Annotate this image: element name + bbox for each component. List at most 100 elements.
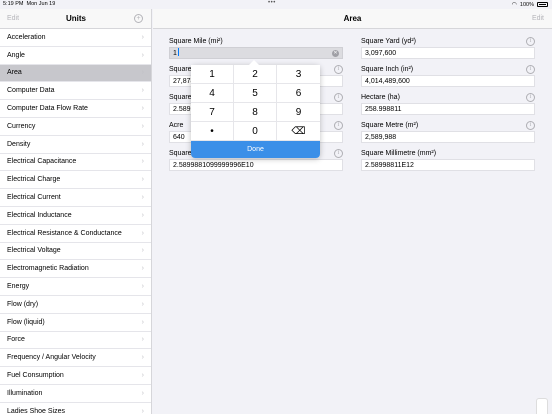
sidebar-item[interactable]: Electrical Resistance & Conductance ›: [0, 225, 151, 243]
sidebar-item-label: Flow (liquid): [7, 318, 45, 326]
info-icon[interactable]: i: [334, 149, 343, 158]
sidebar-item[interactable]: Electrical Inductance ›: [0, 207, 151, 225]
sidebar-item[interactable]: Illumination ›: [0, 385, 151, 403]
status-bar: 5:19 PM Mon Jun 19 ••• ◠ 100%: [0, 0, 552, 9]
sidebar-item-label: Currency: [7, 122, 36, 130]
info-icon[interactable]: i: [526, 65, 535, 74]
sidebar-item-label: Electrical Voltage: [7, 247, 61, 255]
status-right: ◠ 100%: [512, 1, 548, 8]
sidebar-item[interactable]: Fuel Consumption ›: [0, 367, 151, 385]
digit-key[interactable]: 5: [234, 84, 277, 103]
field-label: Square Metre (m²): [361, 122, 419, 129]
sidebar-item[interactable]: Force ›: [0, 332, 151, 350]
sidebar-item[interactable]: Electrical Current ›: [0, 189, 151, 207]
keypad-grid: 1 2 3 4 5 6 7 8 9 • 0 ⌫: [191, 65, 320, 141]
sidebar-title: Units: [66, 14, 86, 23]
add-icon[interactable]: +: [134, 14, 143, 23]
sidebar-item[interactable]: Flow (liquid) ›: [0, 314, 151, 332]
field-square-inch: Square Inch (in²) i 4,014,489,600: [361, 64, 535, 87]
digit-key[interactable]: 0: [234, 122, 277, 141]
sidebar-item[interactable]: Electromagnetic Radiation ›: [0, 260, 151, 279]
sidebar-item[interactable]: Flow (dry) ›: [0, 296, 151, 314]
sidebar-item-label: Fuel Consumption: [7, 372, 64, 380]
units-sidebar: Edit Units + Acceleration › Angle › Area › Com…: [0, 9, 152, 414]
sidebar-item[interactable]: Computer Data Flow Rate ›: [0, 100, 151, 118]
main-edit-button[interactable]: Edit: [532, 15, 544, 22]
field-hectare: Hectare (ha) i 258.998811: [361, 92, 535, 115]
hectare-input[interactable]: 258.998811: [361, 103, 535, 115]
digit-key[interactable]: 4: [191, 84, 234, 103]
chevron-right-icon: ›: [141, 354, 144, 362]
decimal-key[interactable]: •: [191, 122, 234, 141]
sidebar-item[interactable]: Density ›: [0, 136, 151, 154]
chevron-right-icon: ›: [141, 389, 144, 397]
sidebar-item-label: Angle: [7, 51, 25, 59]
sidebar-item[interactable]: Electrical Voltage ›: [0, 243, 151, 261]
chevron-right-icon: ›: [141, 33, 144, 41]
field-square-millimetre: Square Millimetre (mm²) 2.58998811E12: [361, 148, 535, 171]
sidebar-item-label: Computer Data: [7, 87, 55, 95]
field-square-yard: Square Yard (yd²) i 3,097,600: [361, 36, 535, 59]
field-value: 1: [173, 50, 177, 57]
digit-key[interactable]: 2: [234, 65, 277, 84]
sidebar-item[interactable]: Acceleration ›: [0, 29, 151, 47]
sidebar-item-label: Density: [7, 140, 31, 148]
main-header: Area Edit: [153, 9, 552, 29]
sidebar-item[interactable]: Ladies Shoe Sizes ›: [0, 403, 151, 414]
chevron-right-icon: ›: [141, 318, 144, 326]
multitasking-dots[interactable]: •••: [268, 0, 276, 6]
field-label: Square Mile (mi²): [169, 38, 223, 45]
sidebar-item[interactable]: Energy ›: [0, 278, 151, 296]
numeric-keypad: 1 2 3 4 5 6 7 8 9 • 0 ⌫ Done: [191, 60, 320, 158]
sidebar-item-label: Area: [7, 69, 22, 77]
digit-key[interactable]: 8: [234, 103, 277, 122]
sidebar-item[interactable]: Area ›: [0, 64, 151, 83]
sidebar-item[interactable]: Computer Data ›: [0, 82, 151, 101]
digit-key[interactable]: 6: [277, 84, 320, 103]
square-mile-input[interactable]: 1 ✕: [169, 47, 343, 59]
field-label: Hectare (ha): [361, 94, 400, 101]
info-icon[interactable]: i: [334, 93, 343, 102]
info-icon[interactable]: i: [526, 121, 535, 130]
sidebar-item[interactable]: Angle ›: [0, 47, 151, 65]
sidebar-item[interactable]: Electrical Charge ›: [0, 171, 151, 190]
field-label: Square Inch (in²): [361, 66, 414, 73]
field-input[interactable]: 2.5899881099999996E10: [169, 159, 343, 171]
sidebar-item-label: Energy: [7, 283, 30, 291]
square-yard-input[interactable]: 3,097,600: [361, 47, 535, 59]
chevron-right-icon: ›: [141, 140, 144, 148]
chevron-right-icon: ›: [141, 372, 144, 380]
sidebar-item-label: Force: [7, 336, 25, 344]
popover-arrow: [249, 60, 259, 65]
sidebar-item[interactable]: Currency ›: [0, 118, 151, 136]
field-square-metre: Square Metre (m²) i 2,589,988: [361, 120, 535, 143]
info-icon[interactable]: i: [334, 121, 343, 130]
battery-icon: [537, 2, 548, 7]
backspace-key[interactable]: ⌫: [277, 122, 320, 141]
info-icon[interactable]: i: [526, 93, 535, 102]
digit-key[interactable]: 7: [191, 103, 234, 122]
sidebar-item-label: Electrical Inductance: [7, 211, 72, 219]
sidebar-item[interactable]: Frequency / Angular Velocity ›: [0, 349, 151, 368]
info-icon[interactable]: i: [526, 37, 535, 46]
wifi-icon: ◠: [511, 2, 517, 8]
clear-icon[interactable]: ✕: [332, 50, 339, 57]
sidebar-item-label: Electrical Resistance & Conductance: [7, 229, 122, 237]
done-button[interactable]: Done: [191, 141, 320, 158]
scroll-handle[interactable]: [536, 398, 548, 414]
digit-key[interactable]: 3: [277, 65, 320, 84]
sidebar-item-label: Computer Data Flow Rate: [7, 105, 88, 113]
sidebar-item-label: Ladies Shoe Sizes: [7, 407, 65, 414]
square-millimetre-input[interactable]: 2.58998811E12: [361, 159, 535, 171]
info-icon[interactable]: i: [334, 65, 343, 74]
chevron-right-icon: ›: [141, 122, 144, 130]
chevron-right-icon: ›: [141, 105, 144, 113]
chevron-right-icon: ›: [141, 336, 144, 344]
square-inch-input[interactable]: 4,014,489,600: [361, 75, 535, 87]
digit-key[interactable]: 9: [277, 103, 320, 122]
date-text: Mon Jun 19: [26, 1, 56, 7]
square-metre-input[interactable]: 2,589,988: [361, 131, 535, 143]
sidebar-header: Edit Units +: [0, 9, 151, 29]
digit-key[interactable]: 1: [191, 65, 234, 84]
sidebar-item[interactable]: Electrical Capacitance ›: [0, 154, 151, 172]
